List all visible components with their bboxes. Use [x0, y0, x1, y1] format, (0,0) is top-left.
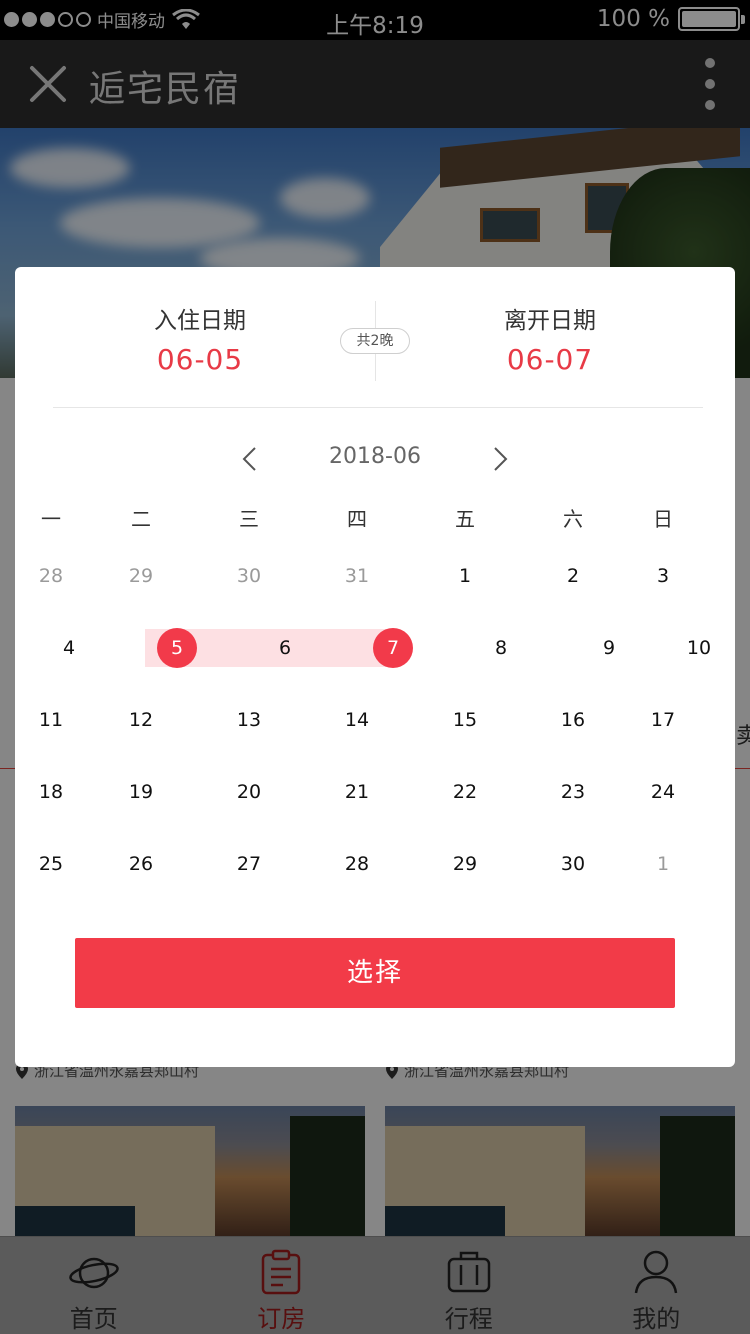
- calendar-week: 18 19 20 21 22 23 24: [15, 756, 735, 828]
- month-label: 2018-06: [329, 444, 421, 469]
- calendar-day[interactable]: 17: [627, 684, 699, 756]
- chevron-right-icon[interactable]: [490, 446, 510, 472]
- calendar-day[interactable]: 19: [87, 756, 195, 828]
- calendar-week: 4 5 6 7 8 9 10: [15, 612, 735, 684]
- calendar-day[interactable]: 2: [519, 540, 627, 612]
- calendar-day[interactable]: 21: [303, 756, 411, 828]
- day-number: 23: [560, 781, 586, 803]
- calendar-day[interactable]: 27: [195, 828, 303, 900]
- calendar-day[interactable]: 23: [519, 756, 627, 828]
- calendar-day[interactable]: 1: [411, 540, 519, 612]
- weekday-header: 一 二 三 四 五 六 日: [15, 503, 735, 532]
- month-navigator: 2018-06: [15, 442, 735, 476]
- calendar-day[interactable]: 9: [555, 612, 663, 684]
- calendar-day[interactable]: 13: [195, 684, 303, 756]
- date-picker-modal: 入住日期 06-05 共2晚 离开日期 06-07 2018-06 一 二 三 …: [15, 267, 735, 1067]
- day-number: 6: [278, 637, 292, 659]
- day-number: 20: [236, 781, 262, 803]
- day-number: 9: [602, 637, 616, 659]
- calendar-day-disabled: 1: [627, 828, 699, 900]
- day-number: 10: [686, 637, 712, 659]
- day-number: 1: [458, 565, 472, 587]
- day-number: 21: [344, 781, 370, 803]
- calendar-day[interactable]: 8: [447, 612, 555, 684]
- calendar-day-selected[interactable]: 5: [123, 612, 231, 684]
- weekday-label: 一: [41, 507, 61, 531]
- calendar-day[interactable]: 4: [15, 612, 123, 684]
- day-number: 25: [38, 853, 64, 875]
- calendar-day-disabled: 31: [303, 540, 411, 612]
- calendar-day-selected[interactable]: 7: [339, 612, 447, 684]
- checkout-value: 06-07: [506, 343, 594, 376]
- calendar-day[interactable]: 29: [411, 828, 519, 900]
- calendar-day[interactable]: 14: [303, 684, 411, 756]
- calendar-day[interactable]: 24: [627, 756, 699, 828]
- day-number: 11: [38, 709, 64, 731]
- weekday-label: 日: [653, 507, 673, 531]
- day-number: 17: [650, 709, 676, 731]
- day-number: 27: [236, 853, 262, 875]
- day-number: 29: [128, 565, 154, 587]
- calendar-day-disabled: 28: [15, 540, 87, 612]
- day-number: 12: [128, 709, 154, 731]
- weekday-label: 三: [239, 507, 259, 531]
- day-number: 28: [38, 565, 64, 587]
- calendar-day[interactable]: 3: [627, 540, 699, 612]
- day-number: 19: [128, 781, 154, 803]
- calendar-day[interactable]: 26: [87, 828, 195, 900]
- day-number: 29: [452, 853, 478, 875]
- weekday-label: 五: [455, 507, 475, 531]
- day-number: 31: [344, 565, 370, 587]
- day-number: 8: [494, 637, 508, 659]
- day-number: 26: [128, 853, 154, 875]
- calendar-day-disabled: 29: [87, 540, 195, 612]
- day-number: 18: [38, 781, 64, 803]
- day-number: 22: [452, 781, 478, 803]
- checkin-label: 入住日期: [154, 308, 246, 334]
- day-number: 5: [157, 628, 197, 668]
- calendar-week: 25 26 27 28 29 30 1: [15, 828, 735, 900]
- calendar-day[interactable]: 11: [15, 684, 87, 756]
- weekday-label: 六: [563, 507, 583, 531]
- calendar-day[interactable]: 22: [411, 756, 519, 828]
- day-number: 24: [650, 781, 676, 803]
- checkin-value: 06-05: [156, 343, 244, 376]
- day-number: 4: [62, 637, 76, 659]
- calendar-day-disabled: 30: [195, 540, 303, 612]
- checkout-label: 离开日期: [504, 308, 596, 334]
- divider: [53, 407, 703, 408]
- checkout-date[interactable]: 离开日期 06-07: [400, 301, 700, 376]
- calendar-day[interactable]: 28: [303, 828, 411, 900]
- day-number: 28: [344, 853, 370, 875]
- calendar-day[interactable]: 6: [231, 612, 339, 684]
- calendar-week: 28 29 30 31 1 2 3: [15, 540, 735, 612]
- day-number: 7: [373, 628, 413, 668]
- weekday-label: 二: [131, 507, 151, 531]
- calendar-day[interactable]: 30: [519, 828, 627, 900]
- day-number: 30: [560, 853, 586, 875]
- weekday-label: 四: [347, 507, 367, 531]
- calendar-day[interactable]: 20: [195, 756, 303, 828]
- select-button[interactable]: 选择: [75, 938, 675, 1008]
- checkin-date[interactable]: 入住日期 06-05: [50, 301, 350, 376]
- day-number: 13: [236, 709, 262, 731]
- day-number: 16: [560, 709, 586, 731]
- calendar-day[interactable]: 15: [411, 684, 519, 756]
- day-number: 2: [566, 565, 580, 587]
- day-number: 30: [236, 565, 262, 587]
- calendar-day[interactable]: 10: [663, 612, 735, 684]
- calendar-day[interactable]: 18: [15, 756, 87, 828]
- calendar-grid: 28 29 30 31 1 2 3 4 5 6 7 8 9 10 11 12 13 14 15 16 17 18 19 20 2…: [15, 540, 735, 900]
- day-number: 3: [656, 565, 670, 587]
- day-number: 15: [452, 709, 478, 731]
- day-number: 1: [656, 853, 670, 875]
- calendar-day[interactable]: 12: [87, 684, 195, 756]
- calendar-week: 11 12 13 14 15 16 17: [15, 684, 735, 756]
- date-summary: 入住日期 06-05 共2晚 离开日期 06-07: [15, 267, 735, 407]
- day-number: 14: [344, 709, 370, 731]
- calendar-day[interactable]: 25: [15, 828, 87, 900]
- calendar-day[interactable]: 16: [519, 684, 627, 756]
